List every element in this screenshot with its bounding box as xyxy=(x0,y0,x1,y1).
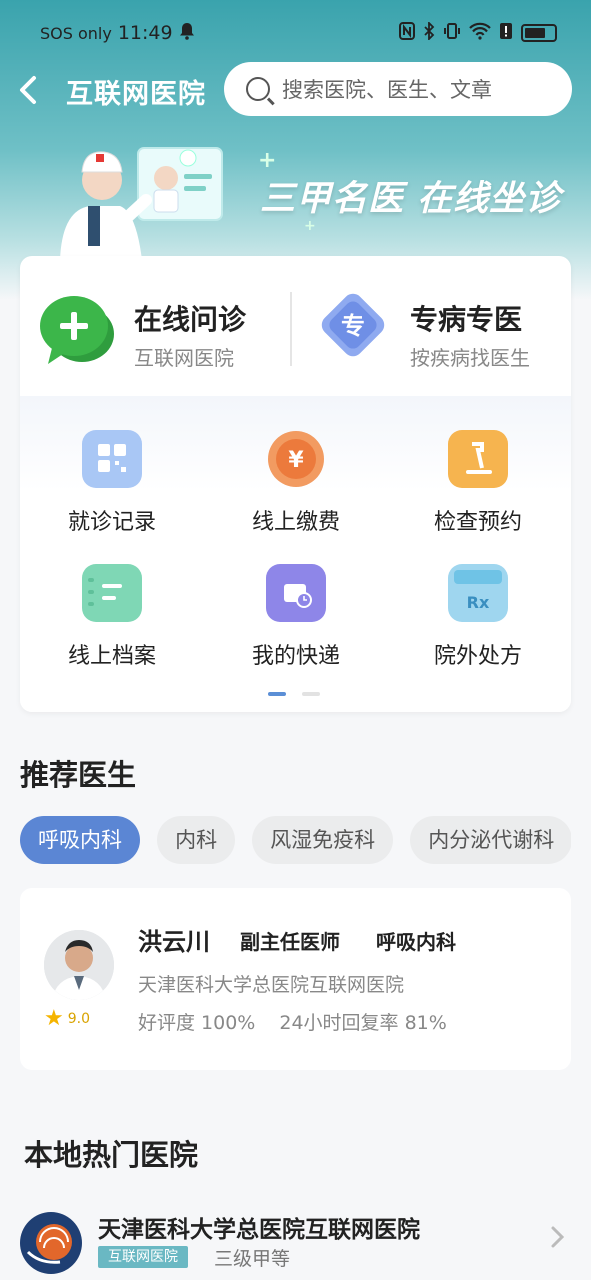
chip-rheumatology[interactable]: 风湿免疫科 xyxy=(252,816,394,864)
reply-rate: 24小时回复率 81% xyxy=(279,1012,447,1034)
svg-text:Rx: Rx xyxy=(467,593,490,612)
page-dot-active[interactable] xyxy=(268,692,286,696)
banner-slogan: 三甲名医 在线坐诊 xyxy=(260,179,562,219)
clock: 11:49 xyxy=(117,22,173,44)
grid-item-my-delivery[interactable]: 我的快递 xyxy=(216,564,376,674)
grid-item-online-archive[interactable]: 线上档案 xyxy=(32,564,192,674)
feature-row: 在线问诊 互联网医院 专 专病专医 按疾病找医生 xyxy=(20,256,571,396)
grid-item-exam-booking[interactable]: 检查预约 xyxy=(398,430,558,540)
carrier-label: SOS only xyxy=(40,23,112,43)
divider xyxy=(290,292,292,366)
delivery-box-icon xyxy=(266,564,326,622)
chevron-right-icon xyxy=(547,1224,567,1250)
grid-item-visit-records[interactable]: 就诊记录 xyxy=(32,430,192,540)
svg-text:¥: ¥ xyxy=(288,448,304,473)
recommend-section-title: 推荐医生 xyxy=(20,758,137,792)
specialty-doctor-button[interactable]: 专 专病专医 按疾病找医生 xyxy=(314,290,564,370)
avatar xyxy=(44,930,114,1000)
search-placeholder: 搜索医院、医生、文章 xyxy=(282,78,492,102)
wifi-icon xyxy=(469,22,491,44)
feature-subtitle: 按疾病找医生 xyxy=(410,346,530,370)
grid-item-online-payment[interactable]: ¥ 线上缴费 xyxy=(216,430,376,540)
page-indicator xyxy=(268,692,320,696)
grid-label: 线上档案 xyxy=(67,644,156,669)
service-grid: 就诊记录 ¥ 线上缴费 检查预约 线上档案 我的快递 Rx 院外处方 xyxy=(20,396,571,712)
hospital-tag: 互联网医院 xyxy=(98,1246,188,1268)
search-input[interactable]: 搜索医院、医生、文章 xyxy=(224,62,572,116)
qr-record-icon xyxy=(82,430,142,488)
chip-endocrinology[interactable]: 内分泌代谢科 xyxy=(410,816,571,864)
hospital-name: 天津医科大学总医院互联网医院 xyxy=(98,1217,420,1243)
doctor-name: 洪云川 xyxy=(138,928,210,956)
doctor-department: 呼吸内科 xyxy=(376,930,456,954)
rating-score: 9.0 xyxy=(67,1011,90,1027)
service-card: 在线问诊 互联网医院 专 专病专医 按疾病找医生 就诊记录 ¥ 线上缴费 检查预… xyxy=(20,256,571,712)
feature-title: 在线问诊 xyxy=(134,303,247,336)
microscope-icon xyxy=(448,430,508,488)
grid-label: 线上缴费 xyxy=(251,510,340,535)
chat-plus-icon xyxy=(38,290,116,368)
nfc-icon xyxy=(399,22,415,44)
vibrate-icon xyxy=(443,22,461,44)
doctor-title: 副主任医师 xyxy=(240,930,340,954)
prescription-shop-icon: Rx xyxy=(448,564,508,622)
doctor-stats: 好评度 100% 24小时回复率 81% xyxy=(138,1008,447,1035)
doctor-illustration xyxy=(50,140,230,260)
praise-rate: 好评度 100% xyxy=(138,1012,256,1034)
battery-icon xyxy=(521,24,557,42)
grid-label: 我的快递 xyxy=(251,644,340,669)
specialty-badge-icon: 专 xyxy=(314,290,392,368)
star-icon: ★ xyxy=(44,1006,64,1031)
hospital-section-title: 本地热门医院 xyxy=(24,1138,199,1172)
feature-title: 专病专医 xyxy=(410,303,523,336)
grid-label: 检查预约 xyxy=(433,510,522,535)
yuan-coin-icon: ¥ xyxy=(266,430,326,488)
hospital-level: 三级甲等 xyxy=(214,1248,291,1270)
grid-item-outside-prescription[interactable]: Rx 院外处方 xyxy=(398,564,558,674)
doctor-card[interactable]: ★ 9.0 洪云川 副主任医师 呼吸内科 天津医科大学总医院互联网医院 好评度 … xyxy=(20,888,571,1070)
chip-respiratory[interactable]: 呼吸内科 xyxy=(20,816,140,864)
svg-text:专: 专 xyxy=(341,312,365,340)
chip-internal-medicine[interactable]: 内科 xyxy=(157,816,236,864)
feature-subtitle: 互联网医院 xyxy=(134,346,234,370)
search-icon xyxy=(246,77,270,101)
hospital-logo xyxy=(20,1212,82,1274)
grid-label: 院外处方 xyxy=(433,644,522,669)
doctor-hospital: 天津医科大学总医院互联网医院 xyxy=(138,974,405,996)
department-chips: 呼吸内科 内科 风湿免疫科 内分泌代谢科 xyxy=(20,816,571,866)
archive-icon xyxy=(82,564,142,622)
bluetooth-icon xyxy=(423,20,435,44)
back-button[interactable] xyxy=(12,70,48,110)
hospital-list-item[interactable]: 天津医科大学总医院互联网医院 互联网医院 三级甲等 xyxy=(20,1206,571,1280)
alert-icon xyxy=(499,22,513,44)
online-consult-button[interactable]: 在线问诊 互联网医院 xyxy=(38,290,278,370)
page-dot[interactable] xyxy=(302,692,320,696)
grid-label: 就诊记录 xyxy=(67,510,156,535)
status-bar: SOS only 11:49 xyxy=(0,0,591,66)
back-arrow-icon xyxy=(20,76,36,104)
bell-icon xyxy=(179,22,195,44)
top-navigation: 互联网医院 搜索医院、医生、文章 xyxy=(0,62,591,118)
page-title: 互联网医院 xyxy=(66,79,206,110)
doctor-rating: ★ 9.0 xyxy=(44,1008,90,1030)
